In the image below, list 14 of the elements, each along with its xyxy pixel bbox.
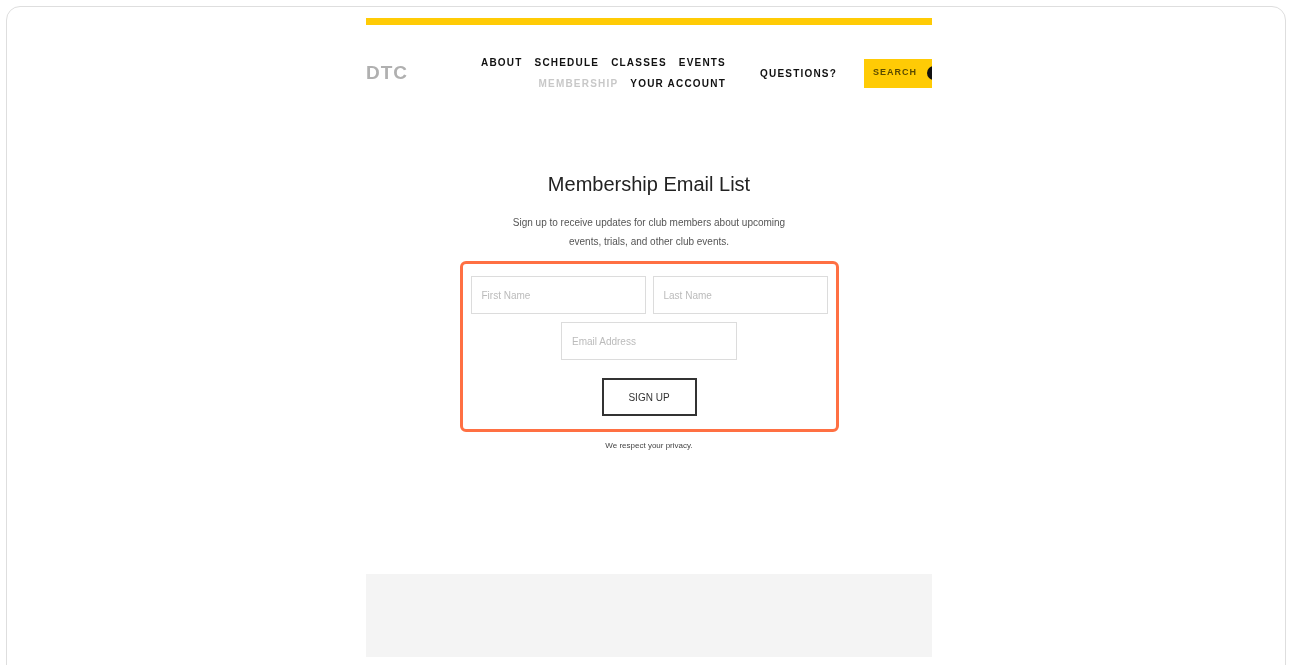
page-title: Membership Email List bbox=[547, 172, 751, 197]
nav-link[interactable]: YOUR ACCOUNT bbox=[630, 76, 726, 91]
first-name-field[interactable]: First Name bbox=[470, 276, 646, 314]
nav-link[interactable]: CLASSES bbox=[611, 55, 667, 70]
nav-link[interactable]: EVENTS bbox=[678, 55, 726, 70]
nav-link[interactable]: ABOUT bbox=[480, 55, 523, 70]
search-button[interactable]: SEARCH bbox=[864, 58, 932, 88]
nav-link[interactable]: SCHEDULE bbox=[534, 55, 600, 70]
privacy-note: We respect your privacy. bbox=[605, 440, 693, 452]
sign-up-button[interactable]: SIGN UP bbox=[601, 378, 697, 416]
email-field[interactable]: Email Address bbox=[561, 322, 737, 360]
description-text: Sign up to receive updates for club members about upcoming events, trials, and other club events. bbox=[511, 216, 787, 249]
last-name-field[interactable]: Last Name bbox=[652, 276, 828, 314]
questions-link[interactable]: QUESTIONS? bbox=[760, 65, 837, 81]
